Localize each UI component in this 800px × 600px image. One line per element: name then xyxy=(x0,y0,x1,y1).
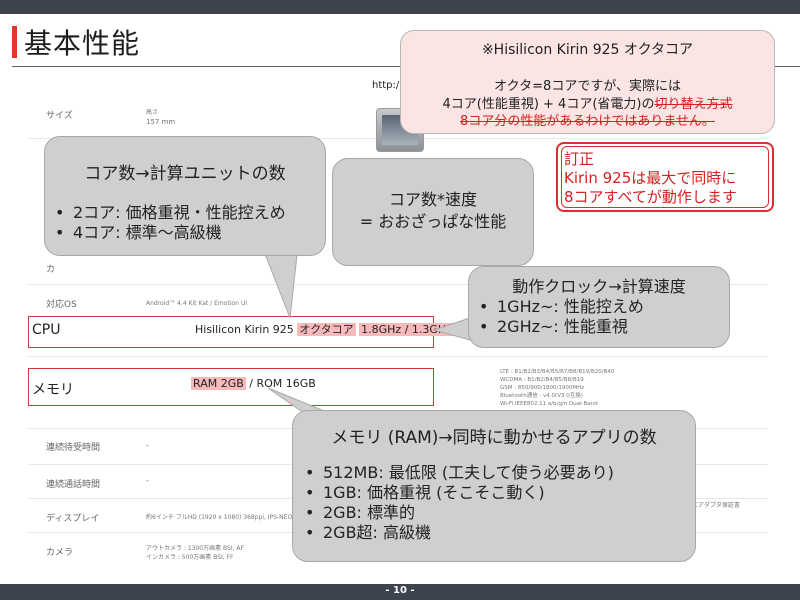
performance-callout: コア数*速度 = おおざっぱな性能 xyxy=(332,158,534,266)
kirin-note-callout: ※Hisilicon Kirin 925 オクタコア オクタ=8コアですが、実際… xyxy=(400,30,775,134)
clock-item: • 2GHz~: 性能重視 xyxy=(479,317,628,336)
page-number: - 10 - xyxy=(385,585,415,596)
kirin-note-line1: オクタ=8コアですが、実際には xyxy=(493,79,682,94)
cores-item: • 2コア: 価格重視・性能控えめ xyxy=(55,203,286,222)
memory-item: • 512MB: 最低限 (工夫して使う必要あり) xyxy=(305,463,614,482)
memory-callout-title: メモリ (RAM)→同時に動かせるアプリの数 xyxy=(331,428,657,448)
correction-title: 訂正 xyxy=(564,150,595,168)
cores-callout-title: コア数→計算ユニットの数 xyxy=(84,164,286,184)
correction-box: 訂正 Kirin 925は最大で同時に 8コアすべてが動作します xyxy=(556,142,774,212)
performance-line1: コア数*速度 xyxy=(388,190,477,209)
correction-line2: 8コアすべてが動作します xyxy=(564,188,737,206)
memory-item: • 2GB: 標準的 xyxy=(305,503,416,522)
kirin-note-title: ※Hisilicon Kirin 925 オクタコア xyxy=(481,42,694,58)
cores-callout: コア数→計算ユニットの数 • 2コア: 価格重視・性能控えめ • 4コア: 標準〜高… xyxy=(44,136,326,256)
correction-line1: Kirin 925は最大で同時に xyxy=(564,169,737,187)
performance-line2: = おおざっぱな性能 xyxy=(359,212,507,231)
clock-callout-tail xyxy=(432,317,471,341)
memory-item: • 1GB: 価格重視 (そこそこ動く) xyxy=(305,483,545,502)
memory-item: • 2GB超: 高級機 xyxy=(305,523,432,542)
kirin-note-struck-2: 8コア分の性能があるわけではありません。 xyxy=(460,114,715,129)
clock-item: • 1GHz~: 性能控えめ xyxy=(479,297,644,316)
memory-callout: メモリ (RAM)→同時に動かせるアプリの数 • 512MB: 最低限 (工夫して… xyxy=(292,410,696,562)
cores-item: • 4コア: 標準〜高級機 xyxy=(55,223,222,242)
clock-callout-title: 動作クロック→計算速度 xyxy=(512,277,686,296)
clock-callout: 動作クロック→計算速度 • 1GHz~: 性能控えめ • 2GHz~: 性能重視 xyxy=(468,266,730,348)
